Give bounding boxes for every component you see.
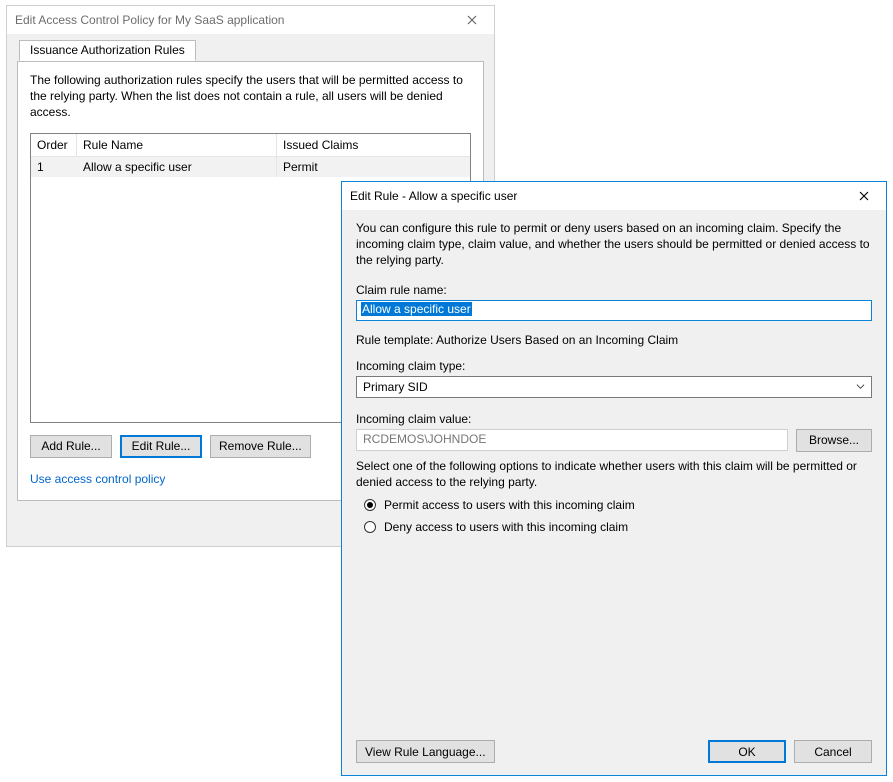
col-header-order[interactable]: Order	[31, 134, 77, 156]
chevron-down-icon	[856, 380, 865, 394]
claim-rule-name-label: Claim rule name:	[356, 283, 872, 297]
tab-issuance-authorization-rules[interactable]: Issuance Authorization Rules	[19, 40, 196, 61]
incoming-claim-type-label: Incoming claim type:	[356, 359, 872, 373]
radio-deny-indicator	[364, 521, 376, 533]
window-title: Edit Rule - Allow a specific user	[350, 189, 517, 203]
table-row[interactable]: 1 Allow a specific user Permit	[31, 157, 470, 177]
radio-deny-label: Deny access to users with this incoming …	[384, 520, 628, 534]
browse-button[interactable]: Browse...	[796, 429, 872, 452]
close-icon[interactable]	[458, 10, 486, 30]
window-title: Edit Access Control Policy for My SaaS a…	[15, 13, 284, 27]
use-access-control-policy-link[interactable]: Use access control policy	[30, 472, 165, 486]
close-icon[interactable]	[850, 186, 878, 206]
col-header-issued-claims[interactable]: Issued Claims	[277, 134, 470, 156]
radio-permit-indicator	[364, 499, 376, 511]
incoming-claim-type-select[interactable]: Primary SID	[356, 376, 872, 398]
incoming-claim-value-input[interactable]: RCDEMOS\JOHNDOE	[356, 429, 788, 451]
table-header: Order Rule Name Issued Claims	[31, 134, 470, 157]
view-rule-language-button[interactable]: View Rule Language...	[356, 740, 495, 763]
titlebar[interactable]: Edit Access Control Policy for My SaaS a…	[7, 6, 494, 34]
radio-permit[interactable]: Permit access to users with this incomin…	[364, 498, 872, 512]
rules-description: The following authorization rules specif…	[30, 72, 471, 121]
rule-template-text: Rule template: Authorize Users Based on …	[356, 333, 872, 347]
cell-rule-name: Allow a specific user	[77, 157, 277, 177]
intro-text: You can configure this rule to permit or…	[356, 220, 872, 269]
claim-rule-name-input[interactable]: Allow a specific user	[356, 300, 872, 321]
radio-permit-label: Permit access to users with this incomin…	[384, 498, 635, 512]
radio-deny[interactable]: Deny access to users with this incoming …	[364, 520, 872, 534]
remove-rule-button[interactable]: Remove Rule...	[210, 435, 311, 458]
cancel-button[interactable]: Cancel	[794, 740, 872, 763]
cell-issued-claims: Permit	[277, 157, 470, 177]
ok-button[interactable]: OK	[708, 740, 786, 763]
titlebar[interactable]: Edit Rule - Allow a specific user	[342, 182, 886, 210]
col-header-rule-name[interactable]: Rule Name	[77, 134, 277, 156]
incoming-claim-type-value: Primary SID	[363, 380, 428, 394]
incoming-claim-value-label: Incoming claim value:	[356, 412, 872, 426]
add-rule-button[interactable]: Add Rule...	[30, 435, 112, 458]
edit-rule-dialog: Edit Rule - Allow a specific user You ca…	[341, 181, 887, 776]
cell-order: 1	[31, 157, 77, 177]
edit-rule-button[interactable]: Edit Rule...	[120, 435, 202, 458]
select-option-text: Select one of the following options to i…	[356, 458, 872, 490]
